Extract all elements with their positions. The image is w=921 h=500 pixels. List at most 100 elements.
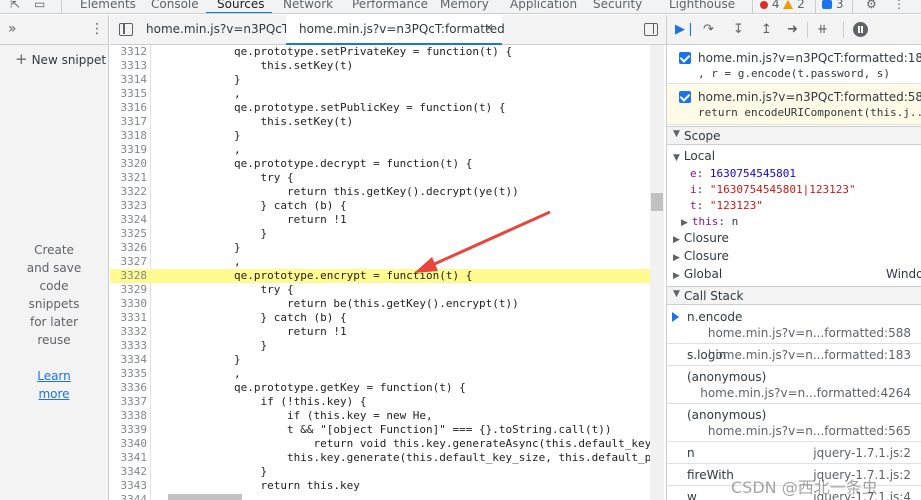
breakpoint-item[interactable]: home.min.js?v=n3PQcT:formatted:183 , r =… xyxy=(667,46,921,84)
warning-count: 2 xyxy=(797,0,805,11)
scope-var-this[interactable]: ▶ this: n xyxy=(681,214,738,228)
breakpoint-code: , r = g.encode(t.password, s) xyxy=(698,67,891,80)
tab-sources[interactable]: Sources xyxy=(217,0,264,11)
frame-function: w xyxy=(687,490,697,500)
step-into-icon[interactable]: ↧ xyxy=(733,23,744,37)
message-count: 3 xyxy=(835,0,844,11)
breakpoint-checkbox[interactable] xyxy=(679,91,691,103)
divider xyxy=(752,0,753,13)
settings-gear-icon[interactable]: ⚙ xyxy=(866,0,877,11)
frame-function: n.encode xyxy=(687,310,743,324)
call-frame[interactable]: (anonymous) home.min.js?v=n...formatted:… xyxy=(667,367,921,404)
frame-location: jquery-1.7.1.js:2 xyxy=(813,446,911,460)
closure-label: Closure xyxy=(683,249,729,263)
device-toolbar-icon[interactable]: ▭ xyxy=(34,0,45,11)
new-snippet-label: New snippet xyxy=(31,53,107,67)
devtools-tabbar: ⇱ ▭ Elements Console Sources Network Per… xyxy=(0,0,921,14)
empty-message-line: code xyxy=(39,279,69,293)
navigator-header: » ⋮ xyxy=(0,15,108,45)
call-stack-section-header[interactable]: ▼ Call Stack xyxy=(667,286,921,305)
editor-tab-home-min-js-formatted[interactable]: home.min.js?v=n3PQcT:formatted xyxy=(299,22,505,36)
error-icon xyxy=(760,1,768,9)
collapse-triangle-icon: ▶ xyxy=(673,253,680,263)
step-icon[interactable]: ➜ xyxy=(787,23,798,37)
tab-performance[interactable]: Performance xyxy=(352,0,428,11)
call-frame-current[interactable]: n.encode home.min.js?v=n...formatted:588 xyxy=(667,307,921,344)
call-frame[interactable]: (anonymous) home.min.js?v=n...formatted:… xyxy=(667,405,921,442)
learn-more-link[interactable]: Learn more xyxy=(0,367,108,403)
annotation-arrow-shaft xyxy=(429,210,551,268)
navigator-menu-icon[interactable]: ⋮ xyxy=(90,21,104,37)
scope-local[interactable]: ▼ Local xyxy=(673,149,715,163)
frame-function: (anonymous) xyxy=(687,408,767,422)
divider xyxy=(61,0,62,13)
scope-var[interactable]: e: 1630754545801 xyxy=(690,166,796,180)
tab-lighthouse[interactable]: Lighthouse xyxy=(669,0,735,11)
empty-message-line: and save xyxy=(26,261,82,275)
toggle-navigator-icon[interactable] xyxy=(119,23,133,36)
editor-tab-home-min-js[interactable]: home.min.js?v=n3PQcT xyxy=(146,22,289,36)
deactivate-breakpoints-icon[interactable]: ⧺ xyxy=(817,23,828,37)
messages-badge[interactable]: 3 xyxy=(822,0,843,11)
call-frame[interactable]: s.login home.min.js?v=n...formatted:183 xyxy=(667,345,921,366)
tab-network[interactable]: Network xyxy=(283,0,333,11)
tab-memory[interactable]: Memory xyxy=(440,0,489,11)
breakpoint-item-current[interactable]: home.min.js?v=n3PQcT:formatted:588 retur… xyxy=(667,85,921,125)
empty-message-line: for later xyxy=(29,315,79,329)
snippets-empty-message: Create and save code snippets for later … xyxy=(0,241,108,349)
breakpoint-checkbox[interactable] xyxy=(679,52,691,64)
current-frame-arrow-icon xyxy=(672,312,679,322)
learn-more-line: more xyxy=(38,387,70,401)
learn-more-line: Learn xyxy=(37,369,71,383)
divider xyxy=(815,0,816,13)
scope-title: Scope xyxy=(684,129,721,143)
scope-global[interactable]: ▶ Global xyxy=(673,267,722,281)
scope-closure[interactable]: ▶ Closure xyxy=(673,249,729,263)
scope-closure[interactable]: ▶ Closure xyxy=(673,231,729,245)
code-editor[interactable]: 3312 qe.prototype.setPrivateKey = functio… xyxy=(110,45,666,500)
scope-var[interactable]: t: "123123" xyxy=(690,198,763,212)
tab-elements[interactable]: Elements xyxy=(80,0,136,11)
expand-triangle-icon: ▼ xyxy=(673,129,680,139)
var-value: 1630754545801 xyxy=(709,167,796,180)
more-tabs-chevron-icon[interactable]: » xyxy=(8,21,17,37)
pause-on-exceptions-icon[interactable] xyxy=(853,22,868,37)
breakpoint-code: return encodeURIComponent(this.j... xyxy=(698,106,921,119)
warning-icon xyxy=(783,0,794,9)
collapse-triangle-icon: ▶ xyxy=(673,235,680,245)
frame-location: home.min.js?v=n...formatted:183 xyxy=(707,348,911,362)
step-over-icon[interactable]: ↷ xyxy=(703,23,714,37)
annotation-arrow xyxy=(414,210,551,273)
step-out-icon[interactable]: ↥ xyxy=(761,23,772,37)
new-snippet-button[interactable]: + New snippet xyxy=(15,50,106,68)
frame-function: n xyxy=(687,446,695,460)
empty-message-line: Create xyxy=(34,243,74,257)
var-name: this xyxy=(691,215,719,228)
expand-triangle-icon: ▼ xyxy=(673,289,680,299)
close-tab-icon[interactable]: ✕ xyxy=(484,21,494,35)
var-value: n xyxy=(731,215,739,228)
frame-location: home.min.js?v=n...formatted:565 xyxy=(707,424,911,438)
scope-section-header[interactable]: ▼ Scope xyxy=(667,126,921,145)
toggle-debugger-icon[interactable] xyxy=(644,23,658,36)
tab-security[interactable]: Security xyxy=(593,0,642,11)
errors-badge[interactable]: 4 2 xyxy=(760,0,805,11)
frame-function: fireWith xyxy=(687,468,734,482)
editor-tabbar: home.min.js?v=n3PQcT home.min.js?v=n3PQc… xyxy=(110,15,666,45)
tab-console[interactable]: Console xyxy=(151,0,199,11)
closure-label: Closure xyxy=(683,231,729,245)
var-name: t xyxy=(690,199,697,212)
global-value: Window xyxy=(886,267,921,281)
watermark: CSDN @西北一条虫 xyxy=(731,478,878,497)
resume-icon[interactable]: ▶❘ xyxy=(675,23,696,37)
scope-var[interactable]: i: "1630754545801|123123" xyxy=(690,182,856,196)
expand-triangle-icon: ▼ xyxy=(673,153,680,163)
var-value: "1630754545801|123123" xyxy=(709,183,856,196)
tab-application[interactable]: Application xyxy=(510,0,577,11)
debugger-pane: ▶❘ ↷ ↧ ↥ ➜ ⧺ home.min.js?v=n3PQcT:format… xyxy=(666,15,921,500)
inspect-element-icon[interactable]: ⇱ xyxy=(10,0,20,11)
more-options-icon[interactable]: ⋮ xyxy=(893,0,905,11)
call-frame[interactable]: n jquery-1.7.1.js:2 xyxy=(667,443,921,464)
navigator-pane: » ⋮ + New snippet Create and save code sn… xyxy=(0,15,109,500)
call-stack-title: Call Stack xyxy=(684,289,744,303)
